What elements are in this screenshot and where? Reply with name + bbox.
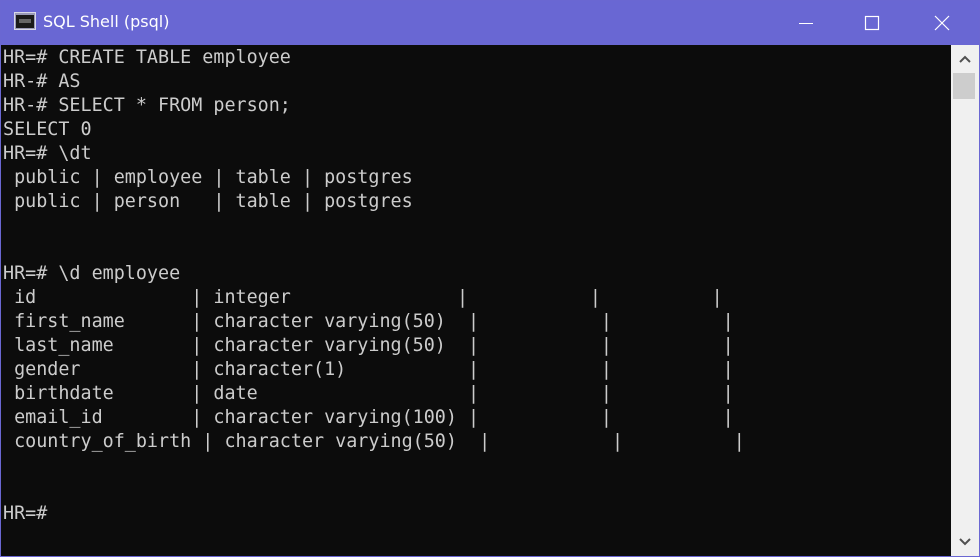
console-line: public | employee | table | postgres xyxy=(3,167,413,188)
scroll-down-arrow-icon xyxy=(959,538,971,546)
scroll-up-arrow-icon xyxy=(959,55,971,63)
psql-window: SQL Shell (psql) HR=# CREATE TABLE emplo… xyxy=(0,0,980,557)
maximize-icon xyxy=(864,15,880,31)
console-line: birthdate | date | | | xyxy=(3,383,734,404)
console-line: email_id | character varying(100) | | | xyxy=(3,407,734,428)
console-line: SELECT 0 xyxy=(3,119,92,140)
console-line: HR=# \d employee xyxy=(3,263,181,284)
console-line: first_name | character varying(50) | | | xyxy=(3,311,734,332)
minimize-icon xyxy=(799,23,813,24)
console-line: public | person | table | postgres xyxy=(3,191,413,212)
maximize-button[interactable] xyxy=(849,1,895,45)
console-line: last_name | character varying(50) | | | xyxy=(3,335,734,356)
close-icon xyxy=(934,15,950,31)
console-line: country_of_birth | character varying(50)… xyxy=(3,431,745,452)
console-app-icon xyxy=(14,12,36,30)
console-line: id | integer | | | xyxy=(3,287,723,308)
scroll-thumb[interactable] xyxy=(953,73,975,99)
minimize-button[interactable] xyxy=(783,1,829,45)
console-line: HR-# AS xyxy=(3,71,81,92)
console-output[interactable]: HR=# CREATE TABLE employee HR-# AS HR-# SE… xyxy=(1,45,951,556)
console-line: HR=# \dt xyxy=(3,143,92,164)
console-line: HR-# SELECT * FROM person; xyxy=(3,95,291,116)
vertical-scrollbar[interactable] xyxy=(951,45,979,556)
scroll-up-button[interactable] xyxy=(951,45,979,73)
close-button[interactable] xyxy=(919,1,965,45)
scroll-down-button[interactable] xyxy=(951,528,979,556)
title-bar[interactable]: SQL Shell (psql) xyxy=(1,1,979,45)
console-lines: HR=# CREATE TABLE employee HR-# AS HR-# SE… xyxy=(3,46,745,526)
window-title: SQL Shell (psql) xyxy=(43,12,170,31)
console-line: HR=# xyxy=(3,503,48,524)
console-line: HR=# CREATE TABLE employee xyxy=(3,47,291,68)
console-line: gender | character(1) | | | xyxy=(3,359,734,380)
